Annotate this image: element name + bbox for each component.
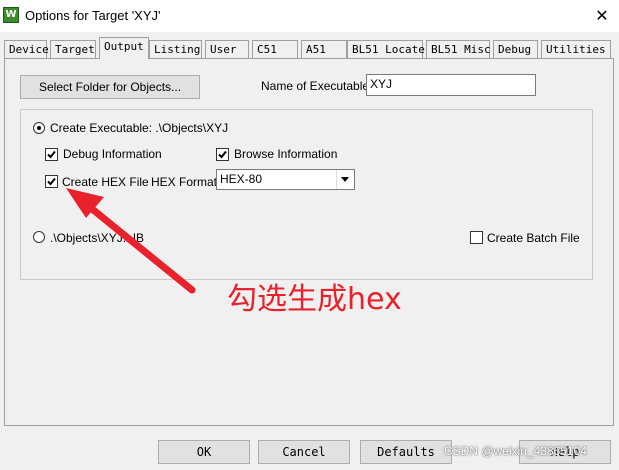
ok-button[interactable]: OK [158, 440, 250, 464]
window-title: Options for Target 'XYJ' [25, 8, 161, 23]
close-icon[interactable]: ✕ [590, 4, 614, 28]
keil-uvision-icon: W [3, 7, 19, 23]
options-dialog: Device Target Output Listing User C51 A5… [0, 32, 619, 470]
annotation-text: 勾选生成hex [227, 282, 402, 317]
tab-output[interactable]: Output [99, 37, 149, 59]
defaults-button[interactable]: Defaults [360, 440, 452, 464]
annotation-arrow [66, 188, 196, 294]
cancel-button[interactable]: Cancel [258, 440, 350, 464]
title-bar: W Options for Target 'XYJ' ✕ [0, 0, 619, 32]
csdn-watermark: CSDN @weixin_43865104 [444, 444, 587, 458]
